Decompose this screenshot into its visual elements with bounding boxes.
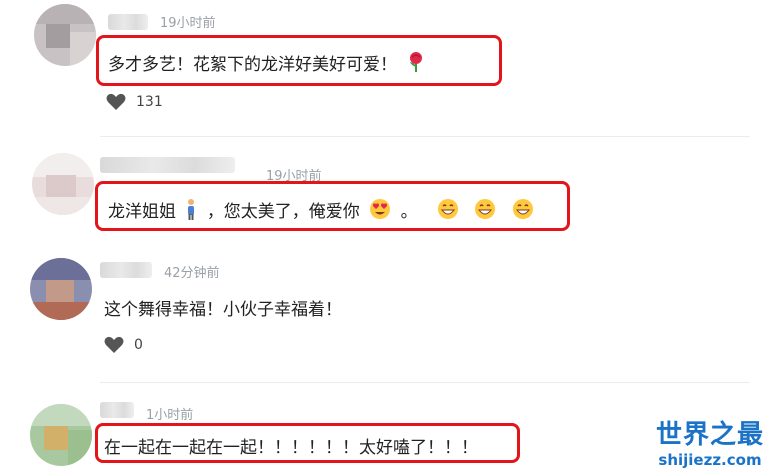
person-icon (188, 199, 195, 220)
comment-time: 19小时前 (160, 16, 216, 31)
comment-text: 龙洋姐姐 ，您太美了，俺爱你 。 (108, 197, 538, 222)
like-count-value: 0 (134, 337, 143, 353)
comment-text-part: 。 (400, 202, 418, 222)
comment-time: 42分钟前 (164, 266, 220, 281)
heart-eyes-icon (370, 199, 391, 219)
comment-item: 42分钟前 这个舞得幸福！小伙子幸福着！ 0 (0, 250, 772, 380)
comment-item: 19小时前 多才多艺！花絮下的龙洋好美好可爱！ 131 (0, 0, 772, 140)
comment-text: 在一起在一起在一起！！！！！！太好嗑了！！！ (104, 438, 478, 458)
like-count-value: 131 (136, 94, 163, 110)
username-blurred[interactable] (100, 157, 235, 173)
grinning-icon (512, 199, 533, 219)
comment-time: 1小时前 (146, 408, 194, 423)
username-blurred[interactable] (108, 14, 148, 30)
avatar[interactable] (34, 4, 96, 66)
avatar[interactable] (30, 404, 92, 466)
heart-icon (106, 93, 126, 110)
watermark: 世界之最 shijiezz.com (656, 414, 764, 469)
avatar[interactable] (30, 258, 92, 320)
heart-icon (104, 336, 124, 353)
comment-text-part: ，您太美了，俺爱你 (206, 202, 360, 222)
divider (100, 382, 750, 383)
watermark-title: 世界之最 (655, 420, 764, 450)
grinning-icon (475, 199, 496, 219)
comment-text-content: 多才多艺！花絮下的龙洋好美好可爱！ (108, 55, 397, 75)
username-blurred[interactable] (100, 262, 152, 278)
like-count[interactable]: 0 (104, 336, 143, 354)
comment-item: 19小时前 龙洋姐姐 ，您太美了，俺爱你 。 (0, 145, 772, 245)
like-count[interactable]: 131 (106, 93, 163, 111)
comment-text-part: 龙洋姐姐 (108, 202, 176, 222)
watermark-url: shijiezz.com (658, 451, 762, 469)
rose-icon (410, 52, 423, 72)
comment-text: 多才多艺！花絮下的龙洋好美好可爱！ (108, 50, 430, 75)
comment-text: 这个舞得幸福！小伙子幸福着！ (104, 300, 342, 320)
avatar[interactable] (32, 153, 94, 215)
grinning-icon (438, 199, 459, 219)
divider (100, 136, 750, 137)
username-blurred[interactable] (100, 402, 134, 418)
